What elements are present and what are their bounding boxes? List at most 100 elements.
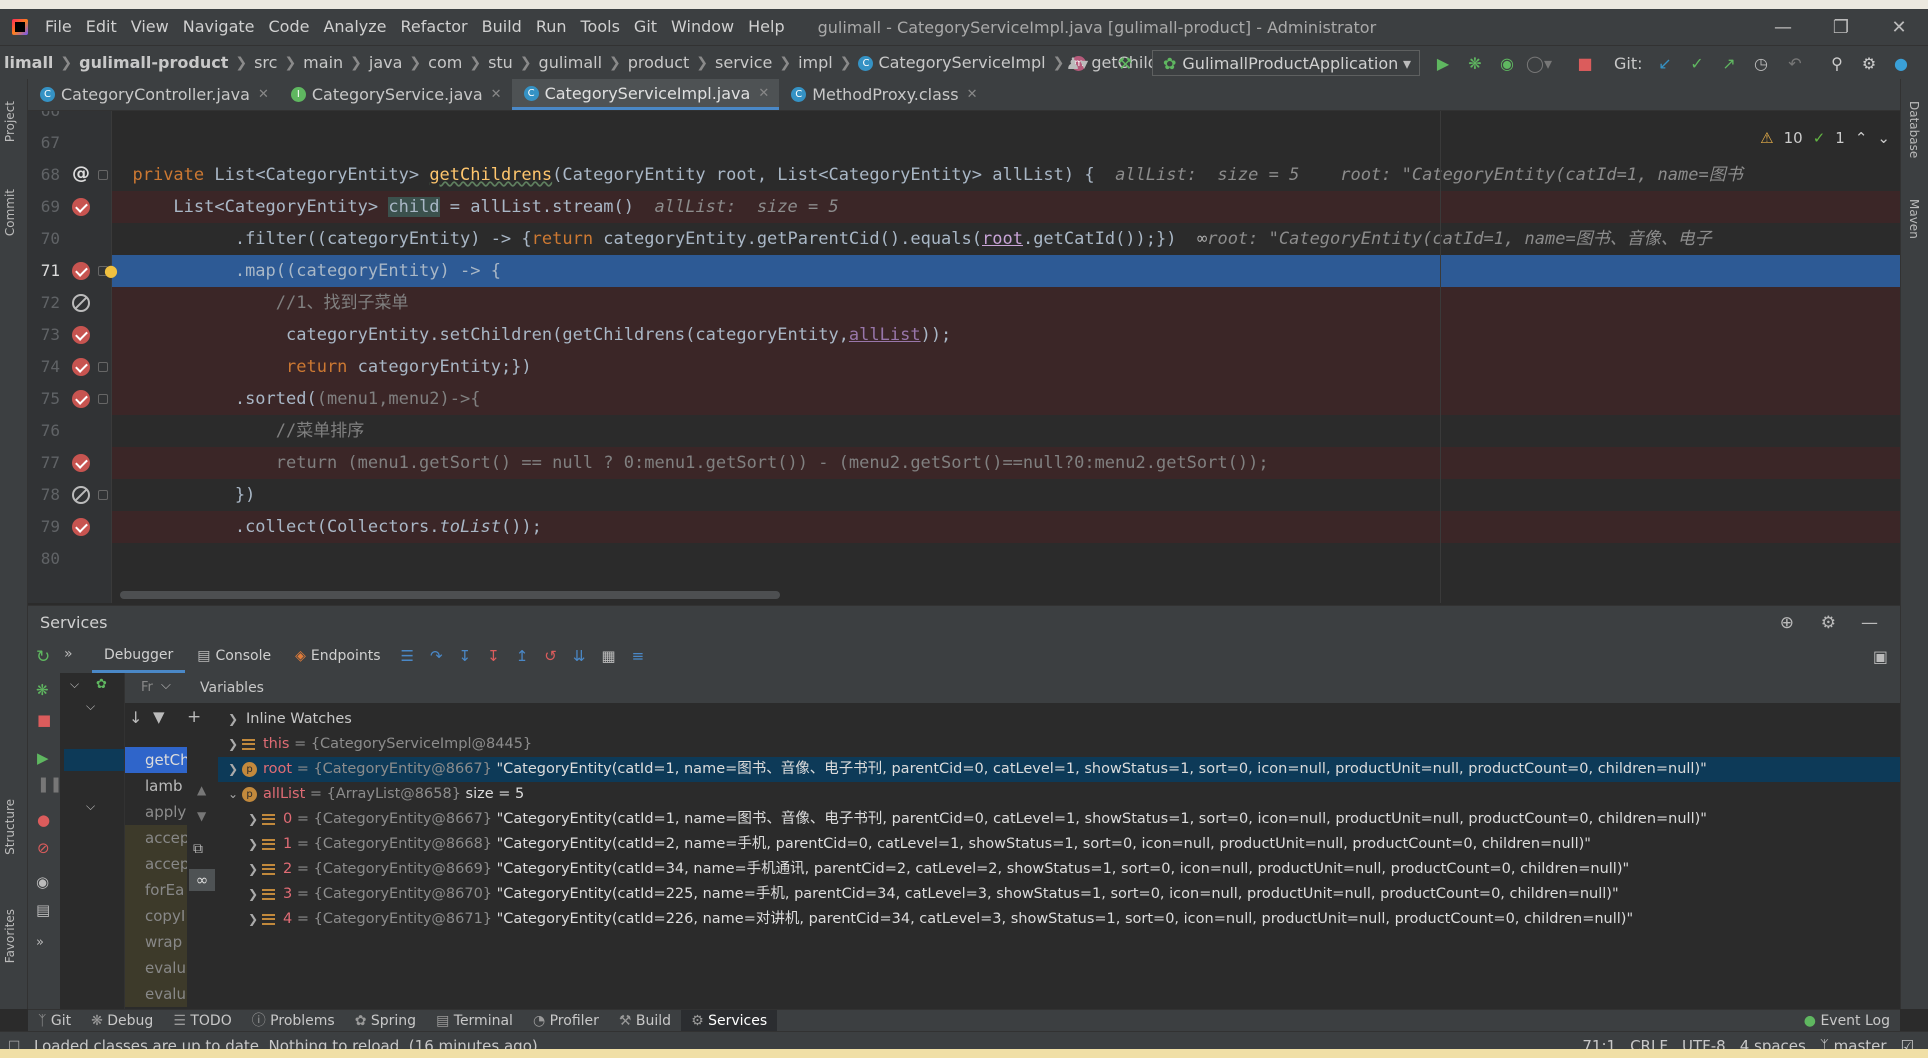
trace-icon[interactable]: ≡ [632, 647, 645, 665]
expand-arrow-icon[interactable]: ❯ [228, 757, 242, 782]
git-update-icon[interactable]: ↙ [1654, 52, 1676, 74]
code-line-71-current[interactable]: .map((categoryEntity) -> { [112, 255, 1900, 287]
code-line-74[interactable]: return categoryEntity;}) [112, 351, 1900, 383]
arrow-down-icon[interactable]: ↓ [129, 708, 142, 727]
menu-code[interactable]: Code [262, 9, 317, 45]
expand-arrow-icon[interactable]: ❯ [248, 882, 262, 907]
override-at-icon[interactable]: @ [72, 163, 90, 184]
git-push-icon[interactable]: ↗ [1718, 52, 1740, 74]
tool-tab-todo[interactable]: ☰ TODO [163, 1010, 241, 1032]
stop-icon[interactable]: ■ [1574, 52, 1596, 74]
frame-item[interactable]: getCh [125, 747, 187, 773]
tool-tab-debug[interactable]: ❋ Debug [81, 1010, 163, 1032]
frame-item[interactable]: evalu [125, 981, 187, 1007]
fold-marker-icon[interactable] [98, 170, 108, 180]
build-hammer-icon[interactable]: ⚒ [1114, 52, 1136, 74]
menu-edit[interactable]: Edit [79, 9, 124, 45]
tool-tab-services[interactable]: ⚙ Services [681, 1009, 778, 1032]
tab-category-service[interactable]: I CategoryService.java ✕ [279, 79, 512, 110]
settings-gear-icon[interactable]: ⚙ [1858, 52, 1880, 74]
breadcrumb-service[interactable]: service [711, 53, 776, 72]
drop-frame-icon[interactable]: ↺ [544, 647, 557, 665]
frame-item[interactable]: apply [125, 799, 187, 825]
evaluate-table-icon[interactable]: ▦ [601, 647, 615, 665]
expand-arrow-icon[interactable]: ❯ [228, 732, 242, 757]
close-icon[interactable]: ✕ [491, 87, 502, 102]
menu-tools[interactable]: Tools [574, 9, 627, 45]
breadcrumb-product[interactable]: product [624, 53, 694, 72]
code-line-72[interactable]: //1、找到子菜单 [112, 287, 1900, 319]
expand-arrow-icon[interactable]: ❯ [248, 832, 262, 857]
code-line-73[interactable]: categoryEntity.setChildren(getChildrens(… [112, 319, 1900, 351]
maven-tool-label[interactable]: Maven [1907, 199, 1921, 239]
menu-run[interactable]: Run [529, 9, 574, 45]
code-editor[interactable]: 66 67 68@ 69 70 71 72 73 74 75 76 77 78 … [28, 111, 1900, 603]
variable-row[interactable]: ❯ 4 = {CategoryEntity@8671} "CategoryEnti… [218, 907, 1900, 932]
copy-icon[interactable]: ⧉ [193, 841, 203, 857]
step-out-icon[interactable]: ↥ [516, 647, 529, 665]
step-into-icon[interactable]: ↧ [459, 647, 472, 665]
code-line-77[interactable]: return (menu1.getSort() == null ? 0:menu… [112, 447, 1900, 479]
breadcrumb-gulimall[interactable]: gulimall [535, 53, 606, 72]
services-tree[interactable]: ⌵ ✿ ⌵ ⌵ [60, 673, 124, 1009]
coverage-icon[interactable]: ◉ [1496, 52, 1518, 74]
breakpoint-icon[interactable] [72, 198, 90, 216]
breakpoint-icon[interactable] [72, 326, 90, 344]
tab-endpoints[interactable]: ◈ Endpoints [283, 639, 392, 673]
menu-analyze[interactable]: Analyze [316, 9, 393, 45]
code-line-78[interactable]: }) [112, 479, 1900, 511]
commit-tool-label[interactable]: Commit [3, 189, 17, 236]
rerun-icon[interactable]: ↻ [36, 647, 50, 667]
expand-arrow-icon[interactable]: ❯ [248, 907, 262, 932]
rollback-icon[interactable]: ↶ [1784, 52, 1806, 74]
variable-row[interactable]: ❯ 2 = {CategoryEntity@8669} "CategoryEnti… [218, 857, 1900, 882]
tab-console[interactable]: ▤ Console [185, 639, 283, 673]
breakpoint-icon[interactable] [72, 390, 90, 408]
horizontal-scrollbar[interactable] [120, 591, 780, 599]
fold-marker-icon[interactable] [98, 394, 108, 404]
chevron-down-icon[interactable]: ⌵ [161, 678, 171, 693]
variable-row-selected[interactable]: ❯ p root = {CategoryEntity@8667} "Category… [218, 757, 1900, 782]
breadcrumb-java[interactable]: java [365, 53, 407, 72]
breadcrumb-project[interactable]: limall [0, 53, 57, 72]
code-line-79[interactable]: .collect(Collectors.toList()); [112, 511, 1900, 543]
breakpoint-icon[interactable] [72, 262, 90, 280]
structure-tool-label[interactable]: Structure [3, 799, 17, 855]
code-line-68[interactable]: private List<CategoryEntity> getChildren… [112, 159, 1900, 191]
breadcrumb-stu[interactable]: stu [484, 53, 517, 72]
menu-help[interactable]: Help [741, 9, 791, 45]
breadcrumb-src[interactable]: src [250, 53, 281, 72]
frame-item[interactable]: copyI [125, 903, 187, 929]
tab-debugger[interactable]: Debugger [92, 639, 186, 673]
menu-navigate[interactable]: Navigate [176, 9, 262, 45]
breakpoint-icon[interactable] [72, 518, 90, 536]
breadcrumb-module[interactable]: gulimall-product [75, 53, 232, 72]
frame-item[interactable]: evalu [125, 955, 187, 981]
run-configuration-select[interactable]: ✿ GulimallProductApplication ▾ [1152, 50, 1420, 76]
variable-row[interactable]: ❯ 1 = {CategoryEntity@8668} "CategoryEnti… [218, 832, 1900, 857]
muted-breakpoint-icon[interactable] [72, 486, 90, 504]
frame-item[interactable]: accep [125, 825, 187, 851]
tab-category-service-impl[interactable]: C CategoryServiceImpl.java ✕ [511, 79, 780, 110]
view-breakpoints-icon[interactable]: ● [37, 811, 50, 829]
breadcrumb-class[interactable]: C CategoryServiceImpl [854, 53, 1049, 72]
run-to-cursor-icon[interactable]: ⇊ [573, 647, 586, 665]
minimize-button[interactable]: — [1754, 9, 1812, 45]
menu-view[interactable]: View [124, 9, 176, 45]
tool-tab-build[interactable]: ⚒ Build [609, 1010, 681, 1032]
search-icon[interactable]: ⚲ [1826, 52, 1848, 74]
code-line-76[interactable]: //菜单排序 [112, 415, 1900, 447]
close-window-button[interactable]: ✕ [1870, 9, 1928, 45]
more-icon[interactable]: » [36, 935, 44, 950]
layout-icon[interactable]: ▤ [36, 901, 50, 919]
menu-file[interactable]: File [38, 9, 79, 45]
resume-icon[interactable]: ▶ [37, 749, 49, 767]
frame-item[interactable]: wrap [125, 929, 187, 955]
collapse-arrow-icon[interactable]: ⌄ [228, 782, 242, 807]
code-line-75[interactable]: .sorted((menu1,menu2)->{ [112, 383, 1900, 415]
chevron-down-icon[interactable]: ⌵ [70, 677, 79, 692]
menu-refactor[interactable]: Refactor [394, 9, 475, 45]
debug-bug-icon[interactable]: ❋ [1464, 52, 1486, 74]
camera-icon[interactable]: ◉ [36, 873, 49, 891]
breadcrumb-impl[interactable]: impl [794, 53, 837, 72]
